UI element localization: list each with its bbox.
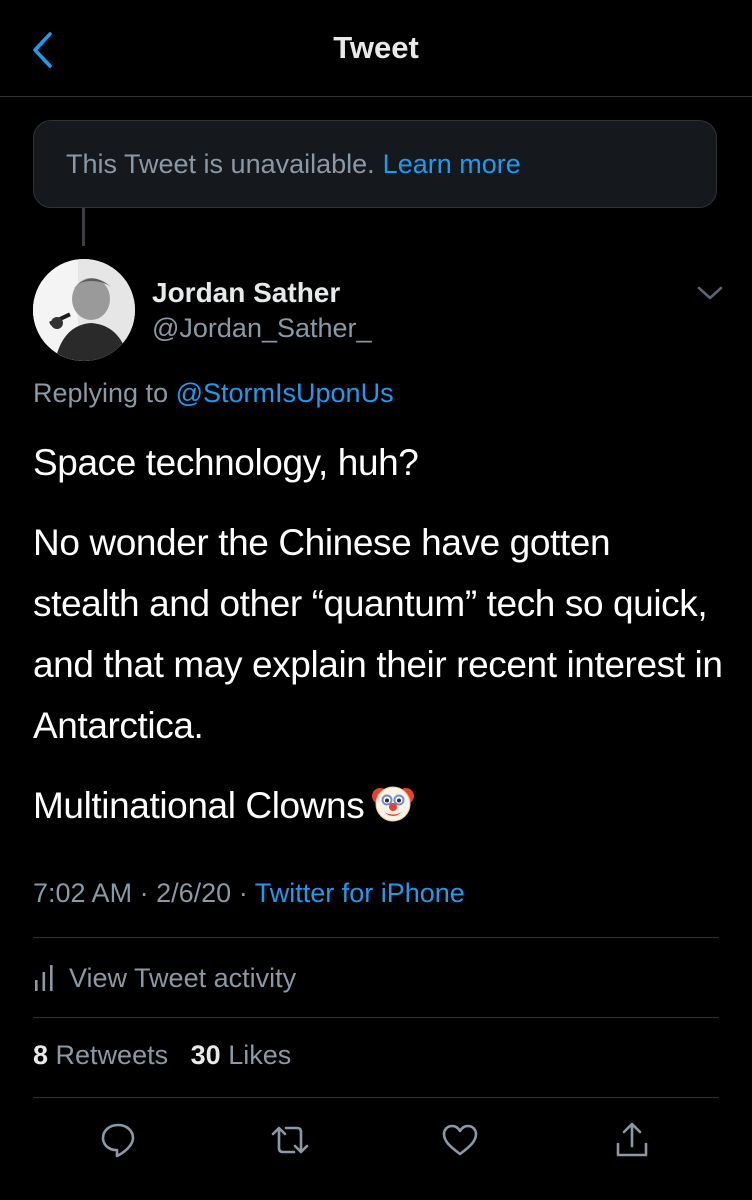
retweets-stat[interactable]: 8 Retweets [33, 1040, 168, 1070]
author-handle[interactable]: @Jordan_Sather_ [152, 313, 372, 344]
unavailable-text: This Tweet is unavailable. [66, 148, 375, 179]
likes-stat[interactable]: 30 Likes [191, 1040, 292, 1070]
likes-label: Likes [228, 1040, 292, 1070]
thread-connector [82, 208, 85, 246]
retweet-icon [271, 1126, 309, 1154]
retweets-label: Retweets [55, 1040, 169, 1070]
meta-separator: · [238, 878, 248, 908]
retweet-count: 8 [33, 1040, 49, 1070]
like-icon [442, 1124, 478, 1156]
meta-separator: · [139, 878, 149, 908]
like-count: 30 [190, 1040, 221, 1070]
tweet-paragraph: Space technology, huh? [33, 442, 419, 483]
unavailable-notice: This Tweet is unavailable. Learn more [33, 120, 717, 208]
view-tweet-activity-button[interactable]: View Tweet activity [33, 960, 296, 996]
tweet-time: 7:02 AM [33, 878, 133, 908]
tweet-meta: 7:02 AM · 2/6/20 · Twitter for iPhone [33, 878, 465, 909]
view-tweet-activity-label: View Tweet activity [69, 962, 297, 993]
tweet-menu-button[interactable] [696, 281, 724, 305]
mention-link[interactable]: @StormIsUponUs [176, 378, 394, 408]
replying-to-label: Replying to [33, 378, 169, 408]
tweet-paragraph-last: Multinational Clowns [33, 775, 723, 836]
author-name[interactable]: Jordan Sather [152, 277, 340, 309]
like-button[interactable] [439, 1119, 481, 1161]
divider [33, 937, 719, 938]
reply-button[interactable] [97, 1119, 139, 1161]
reply-icon [101, 1123, 135, 1158]
bar-chart-icon [35, 965, 53, 991]
tweet-actions [0, 1115, 752, 1165]
navbar: Tweet [0, 0, 752, 97]
tweet-stats: 8 Retweets 30 Likes [33, 1040, 291, 1071]
tweet-paragraph: No wonder the Chinese have gotten stealt… [33, 522, 723, 746]
page-title: Tweet [333, 30, 419, 65]
tweet-text: Space technology, huh? No wonder the Chi… [33, 432, 723, 855]
learn-more-link[interactable]: Learn more [383, 149, 521, 180]
tweet-date: 2/6/20 [156, 878, 232, 908]
tweet-paragraph-text: Multinational Clowns [33, 785, 365, 826]
clown-emoji-icon [372, 786, 415, 822]
chevron-down-icon [697, 286, 723, 300]
retweet-button[interactable] [269, 1119, 311, 1161]
divider [33, 1097, 719, 1098]
tweet-source-link[interactable]: Twitter for iPhone [255, 878, 465, 908]
replying-to: Replying to @StormIsUponUs [33, 378, 394, 409]
share-icon [616, 1122, 648, 1157]
share-button[interactable] [611, 1119, 653, 1161]
avatar[interactable] [33, 259, 135, 361]
divider [33, 1017, 719, 1018]
